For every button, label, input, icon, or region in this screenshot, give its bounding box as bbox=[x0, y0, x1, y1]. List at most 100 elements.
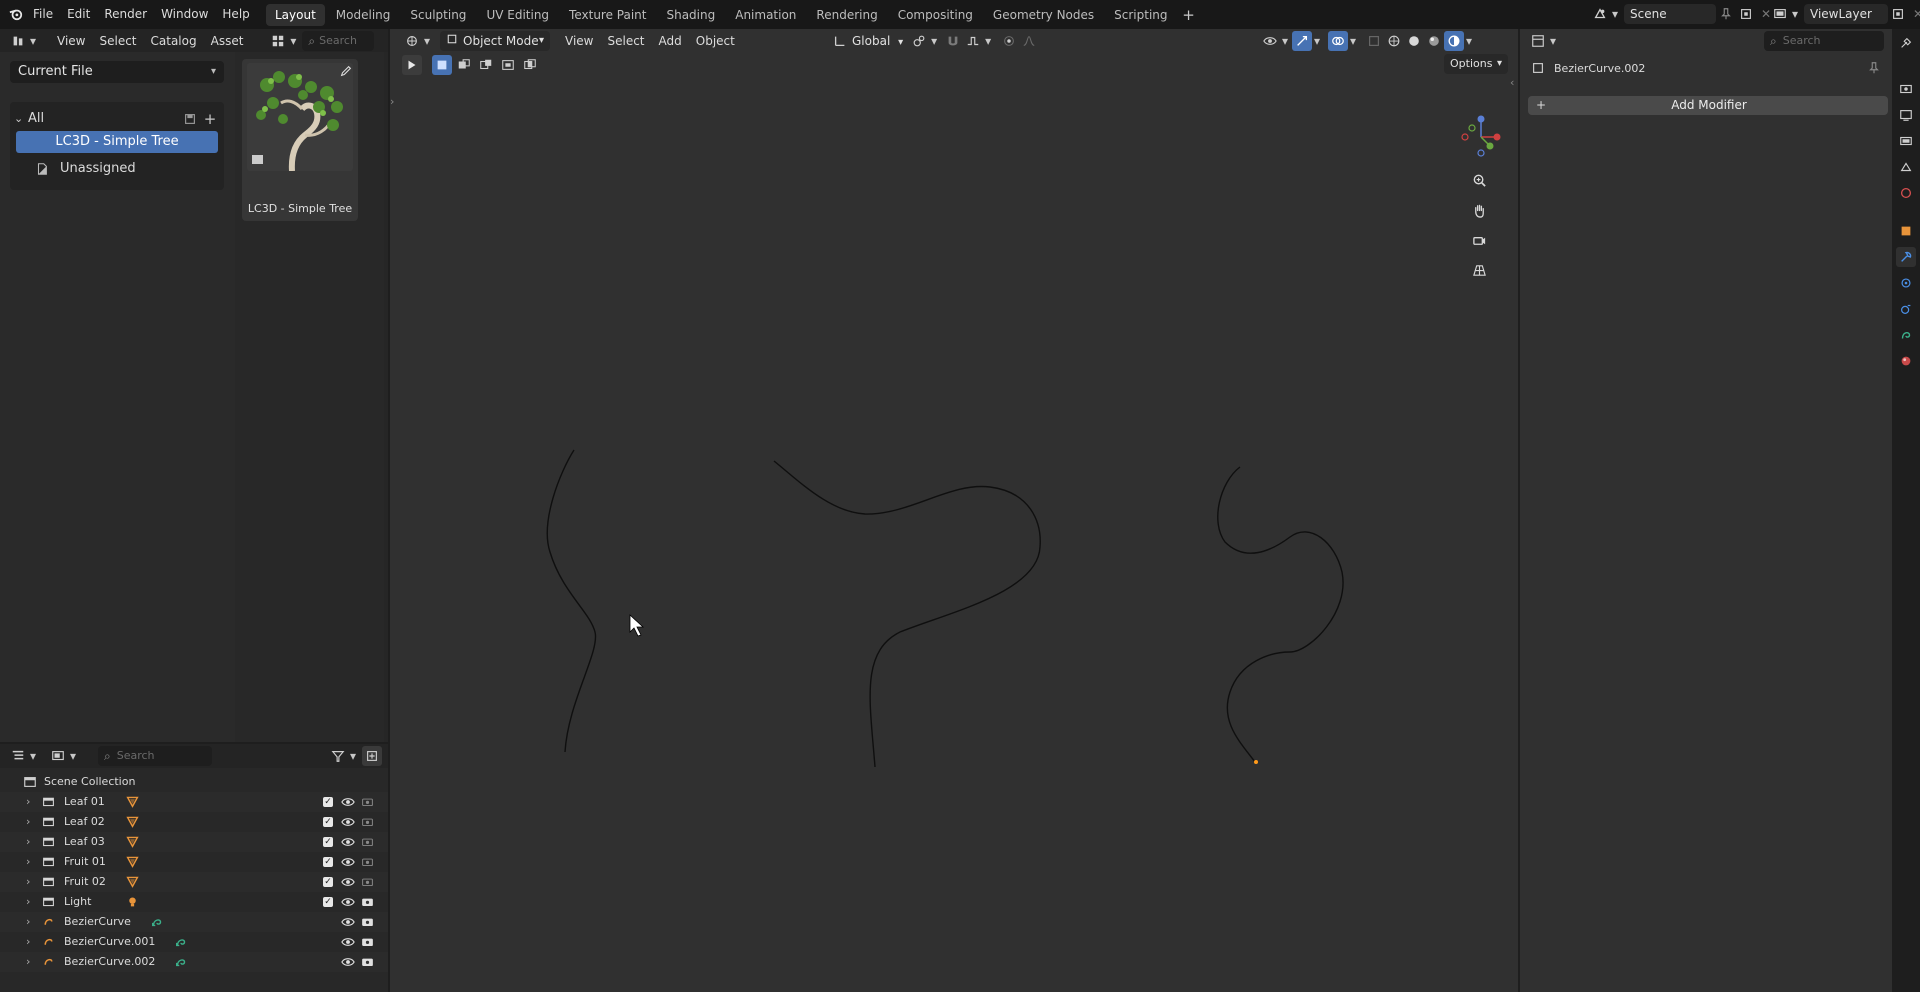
new-view-layer-icon[interactable] bbox=[1888, 4, 1908, 24]
select-extend-icon[interactable] bbox=[454, 55, 474, 75]
options-dropdown[interactable]: Options ▾ bbox=[1444, 54, 1508, 74]
outliner-search-field[interactable]: ⌕ Search bbox=[98, 746, 212, 766]
exclude-checkbox[interactable]: ✓ bbox=[323, 897, 333, 907]
outliner-row[interactable]: › Leaf 03 ✓ bbox=[0, 832, 388, 852]
menu-view[interactable]: View bbox=[50, 30, 92, 52]
navigation-gizmo[interactable] bbox=[1458, 114, 1504, 160]
asset-tile[interactable]: LC3D - Simple Tree bbox=[242, 59, 358, 221]
menu-file[interactable]: File bbox=[26, 3, 60, 25]
outliner-row[interactable]: › BezierCurve.001 bbox=[0, 932, 388, 952]
menu-edit[interactable]: Edit bbox=[60, 3, 97, 25]
outliner-item-name[interactable]: Leaf 01 bbox=[64, 792, 105, 812]
chevron-down-icon[interactable]: ▾ bbox=[1790, 4, 1800, 24]
editor-type-icon[interactable] bbox=[8, 746, 28, 766]
add-catalog-icon[interactable]: + bbox=[200, 109, 220, 129]
viewport-canvas[interactable] bbox=[390, 52, 1518, 992]
camera-view-icon[interactable] bbox=[1466, 227, 1492, 253]
toolbar-expand-icon[interactable]: › bbox=[390, 95, 394, 108]
snap-target-icon[interactable] bbox=[963, 31, 983, 51]
pivot-point-icon[interactable] bbox=[909, 31, 929, 51]
area-divider[interactable] bbox=[388, 29, 390, 992]
exclude-checkbox[interactable]: ✓ bbox=[323, 817, 333, 827]
world-tab-icon[interactable] bbox=[1896, 183, 1916, 203]
new-scene-icon[interactable] bbox=[1736, 4, 1756, 24]
chevron-down-icon[interactable]: ▾ bbox=[28, 746, 38, 766]
outliner-row[interactable]: › Light ✓ bbox=[0, 892, 388, 912]
perspective-grid-icon[interactable] bbox=[1466, 257, 1492, 283]
catalog-item-unassigned[interactable]: Unassigned bbox=[32, 158, 218, 180]
blender-logo-icon[interactable] bbox=[6, 4, 26, 24]
outliner-row[interactable]: › Leaf 01 ✓ bbox=[0, 792, 388, 812]
rendered-shading-icon[interactable] bbox=[1444, 31, 1464, 51]
chevron-down-icon[interactable]: ▾ bbox=[68, 746, 78, 766]
select-subtract-icon[interactable] bbox=[476, 55, 496, 75]
expand-chevron-icon[interactable]: › bbox=[26, 792, 30, 812]
chevron-down-icon[interactable]: ▾ bbox=[1464, 31, 1474, 51]
snap-icon[interactable] bbox=[943, 31, 963, 51]
tab-compositing[interactable]: Compositing bbox=[889, 4, 982, 26]
chevron-down-icon[interactable]: ▾ bbox=[1610, 4, 1620, 24]
object-tab-icon[interactable] bbox=[1896, 221, 1916, 241]
chevron-down-icon[interactable]: ⌄ bbox=[14, 108, 28, 130]
properties-search-field[interactable]: ⌕ Search bbox=[1764, 30, 1884, 51]
exclude-checkbox[interactable]: ✓ bbox=[323, 797, 333, 807]
tool-tab-icon[interactable] bbox=[1896, 33, 1916, 53]
camera-render-icon[interactable] bbox=[361, 955, 374, 975]
display-mode-icon[interactable] bbox=[48, 746, 68, 766]
scene-collection-row[interactable]: Scene Collection bbox=[0, 772, 388, 792]
outliner-item-name[interactable]: Fruit 02 bbox=[64, 872, 106, 892]
tab-geometry-nodes[interactable]: Geometry Nodes bbox=[984, 4, 1103, 26]
outliner-item-name[interactable]: BezierCurve.001 bbox=[64, 932, 155, 952]
view-layer-name-field[interactable]: ViewLayer bbox=[1804, 4, 1888, 24]
outliner-item-name[interactable]: Leaf 02 bbox=[64, 812, 105, 832]
chevron-down-icon[interactable]: ▾ bbox=[28, 31, 38, 51]
output-tab-icon[interactable] bbox=[1896, 105, 1916, 125]
outliner-row[interactable]: › Leaf 02 ✓ bbox=[0, 812, 388, 832]
chevron-down-icon[interactable]: ▾ bbox=[1348, 31, 1358, 51]
outliner-item-name[interactable]: BezierCurve bbox=[64, 912, 131, 932]
outliner-row[interactable]: › Fruit 02 ✓ bbox=[0, 872, 388, 892]
expand-chevron-icon[interactable]: › bbox=[26, 852, 30, 872]
tab-layout[interactable]: Layout bbox=[266, 4, 325, 26]
zoom-icon[interactable] bbox=[1466, 167, 1492, 193]
menu-catalog[interactable]: Catalog bbox=[144, 30, 204, 52]
expand-chevron-icon[interactable]: › bbox=[26, 872, 30, 892]
tab-rendering[interactable]: Rendering bbox=[807, 4, 886, 26]
xray-icon[interactable] bbox=[1364, 31, 1384, 51]
chevron-down-icon[interactable]: ▾ bbox=[1312, 31, 1322, 51]
outliner-item-name[interactable]: Fruit 01 bbox=[64, 852, 106, 872]
menu-render[interactable]: Render bbox=[97, 3, 154, 25]
catalog-all[interactable]: ⌄ All + bbox=[14, 108, 220, 130]
menu-view[interactable]: View bbox=[558, 30, 600, 52]
pin-icon[interactable] bbox=[1864, 58, 1884, 78]
proportional-edit-icon[interactable] bbox=[999, 31, 1019, 51]
tab-shading[interactable]: Shading bbox=[657, 4, 724, 26]
editor-type-icon[interactable] bbox=[8, 31, 28, 51]
curve-data-icon[interactable] bbox=[174, 955, 188, 976]
pin-icon[interactable] bbox=[1716, 4, 1736, 24]
editor-type-icon[interactable] bbox=[402, 31, 422, 51]
chevron-down-icon[interactable]: ▾ bbox=[348, 746, 358, 766]
chevron-down-icon[interactable]: ▾ bbox=[288, 31, 298, 51]
show-gizmo-icon[interactable] bbox=[1292, 31, 1312, 51]
render-tab-icon[interactable] bbox=[1896, 79, 1916, 99]
eye-icon[interactable] bbox=[341, 955, 355, 976]
tab-modeling[interactable]: Modeling bbox=[327, 4, 400, 26]
tab-texture-paint[interactable]: Texture Paint bbox=[560, 4, 655, 26]
edit-asset-icon[interactable] bbox=[338, 63, 354, 79]
expand-chevron-icon[interactable]: › bbox=[26, 932, 30, 952]
material-preview-icon[interactable] bbox=[1424, 31, 1444, 51]
new-collection-icon[interactable] bbox=[362, 746, 382, 766]
outliner-row[interactable]: › BezierCurve.002 bbox=[0, 952, 388, 972]
outliner-row[interactable]: › BezierCurve bbox=[0, 912, 388, 932]
add-modifier-button[interactable]: + Add Modifier bbox=[1528, 96, 1888, 115]
save-catalogs-icon[interactable] bbox=[180, 109, 200, 129]
area-divider[interactable] bbox=[0, 742, 388, 744]
sidebar-toggle-icon[interactable]: ‹ bbox=[1510, 76, 1514, 89]
outliner-item-name[interactable]: BezierCurve.002 bbox=[64, 952, 155, 972]
material-tab-icon[interactable] bbox=[1896, 351, 1916, 371]
expand-chevron-icon[interactable]: › bbox=[26, 912, 30, 932]
exclude-checkbox[interactable]: ✓ bbox=[323, 877, 333, 887]
select-invert-icon[interactable] bbox=[498, 55, 518, 75]
view-layer-icon[interactable] bbox=[1770, 4, 1790, 24]
